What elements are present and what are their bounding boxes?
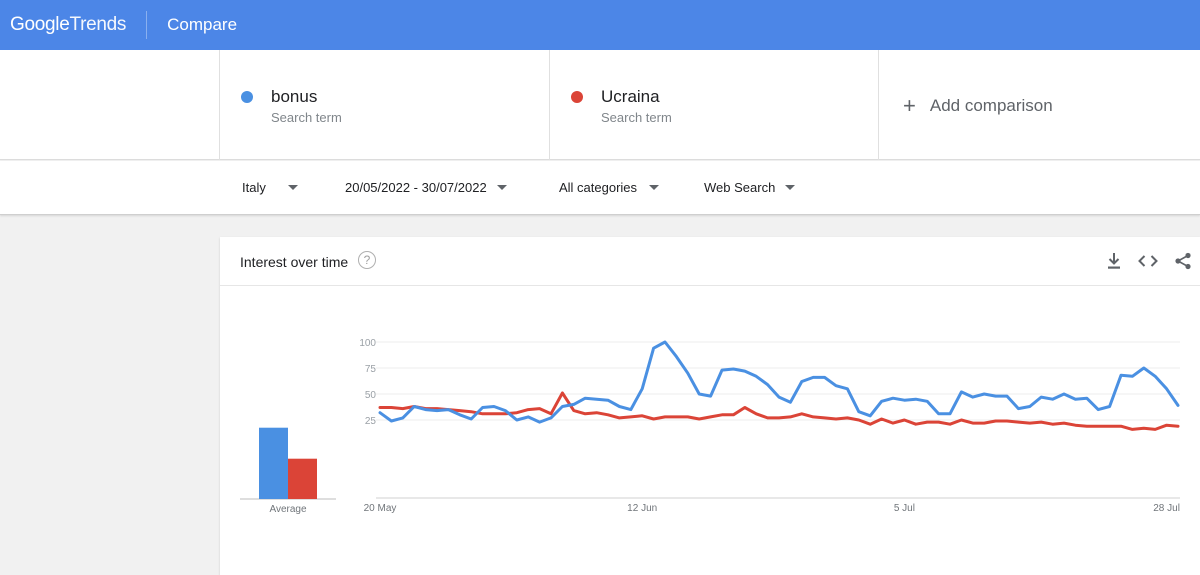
card-header: Interest over time ? [220,237,1200,286]
average-bar-ucraina [288,458,317,499]
chevron-down-icon [785,185,796,190]
x-tick-label: 5 Jul [894,503,915,514]
region-dropdown[interactable]: Italy [242,180,298,195]
add-comparison-card[interactable]: + Add comparison [878,50,1200,160]
embed-icon[interactable] [1138,251,1158,271]
x-tick-label: 28 Jul [1153,503,1180,514]
series-line-bonus [378,340,1180,424]
card-title: Interest over time [240,254,349,270]
search-term-card-ucraina[interactable]: Ucraina Search term [549,50,879,160]
average-label: Average [269,504,307,515]
chevron-down-icon [649,185,660,190]
search-type-dropdown[interactable]: Web Search [704,180,796,195]
plus-icon: + [903,93,916,118]
y-tick-label: 25 [365,416,377,427]
category-dropdown[interactable]: All categories [559,180,660,195]
top-bar: Google Trends Compare [0,0,1200,50]
interest-over-time-chart: Average 100 75 50 25 20 May 12 Jun 5 Jul 28 Ju… [240,338,1180,515]
search-term-name[interactable]: bonus [271,87,317,107]
series-color-dot-bonus [241,91,253,103]
page-title: Compare [167,15,238,34]
chevron-down-icon [496,185,507,190]
chart-x-axis: 20 May 12 Jun 5 Jul 28 Jul [364,503,1180,514]
search-term-name[interactable]: Ucraina [601,87,660,107]
y-tick-label: 75 [365,364,377,375]
add-comparison-button[interactable]: + Add comparison [903,95,1053,117]
search-term-type: Search term [271,110,342,125]
share-icon[interactable] [1173,251,1193,271]
average-bar-chart: Average [240,427,336,515]
category-value: All categories [559,180,638,195]
chart-series-lines [378,340,1180,431]
header-divider [146,11,148,39]
series-color-dot-ucraina [571,91,583,103]
logo-trends-text: Trends [69,14,127,35]
search-term-type: Search term [601,110,672,125]
y-tick-label: 50 [365,390,377,401]
average-bar-bonus [259,427,288,499]
filter-bar: Italy 20/05/2022 - 30/07/2022 All catego… [0,161,1200,215]
comparison-terms-row: bonus Search term Ucraina Search term + … [0,50,1200,160]
x-tick-label: 12 Jun [627,503,657,514]
add-comparison-label: Add comparison [929,96,1053,115]
search-type-value: Web Search [704,180,776,195]
help-icon[interactable]: ? [358,251,376,269]
search-term-card-bonus[interactable]: bonus Search term [219,50,549,160]
google-trends-logo[interactable]: Google Trends [10,14,126,36]
download-icon[interactable] [1104,251,1124,271]
date-range-value: 20/05/2022 - 30/07/2022 [345,180,487,195]
chevron-down-icon [287,185,298,190]
date-range-dropdown[interactable]: 20/05/2022 - 30/07/2022 [345,180,507,195]
region-value: Italy [242,180,266,195]
logo-google-text: Google [10,14,70,35]
interest-over-time-card: Interest over time ? Average 100 75 50 25 [220,237,1200,575]
x-tick-label: 20 May [364,503,397,514]
y-tick-label: 100 [359,338,376,349]
